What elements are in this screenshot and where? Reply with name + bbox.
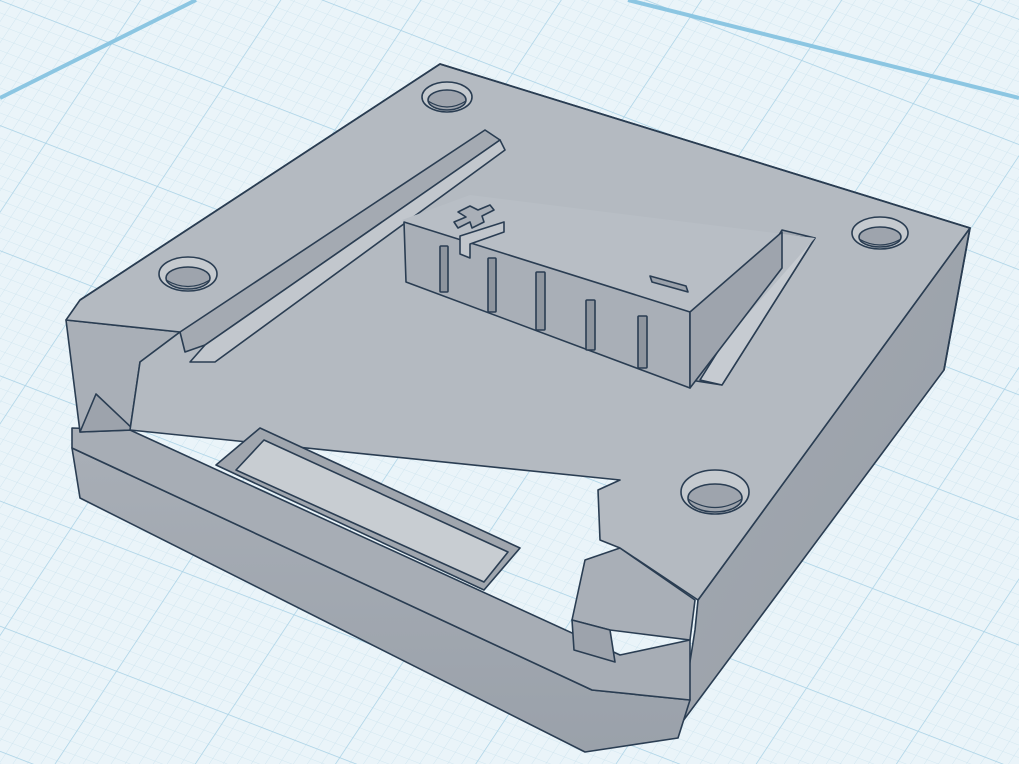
screw-hole-right — [851, 216, 909, 250]
terminal-slot-3 — [535, 271, 546, 331]
terminal-slot-2 — [487, 257, 497, 313]
terminal-slot-4 — [585, 299, 596, 351]
3d-viewport[interactable] — [0, 0, 1019, 764]
terminal-slot-5 — [637, 315, 648, 369]
screw-hole-left — [158, 256, 218, 292]
screw-hole-top — [421, 81, 473, 113]
screw-hole-front — [680, 469, 750, 515]
workplane-scene[interactable] — [0, 0, 1019, 764]
terminal-slot-1 — [439, 245, 449, 293]
